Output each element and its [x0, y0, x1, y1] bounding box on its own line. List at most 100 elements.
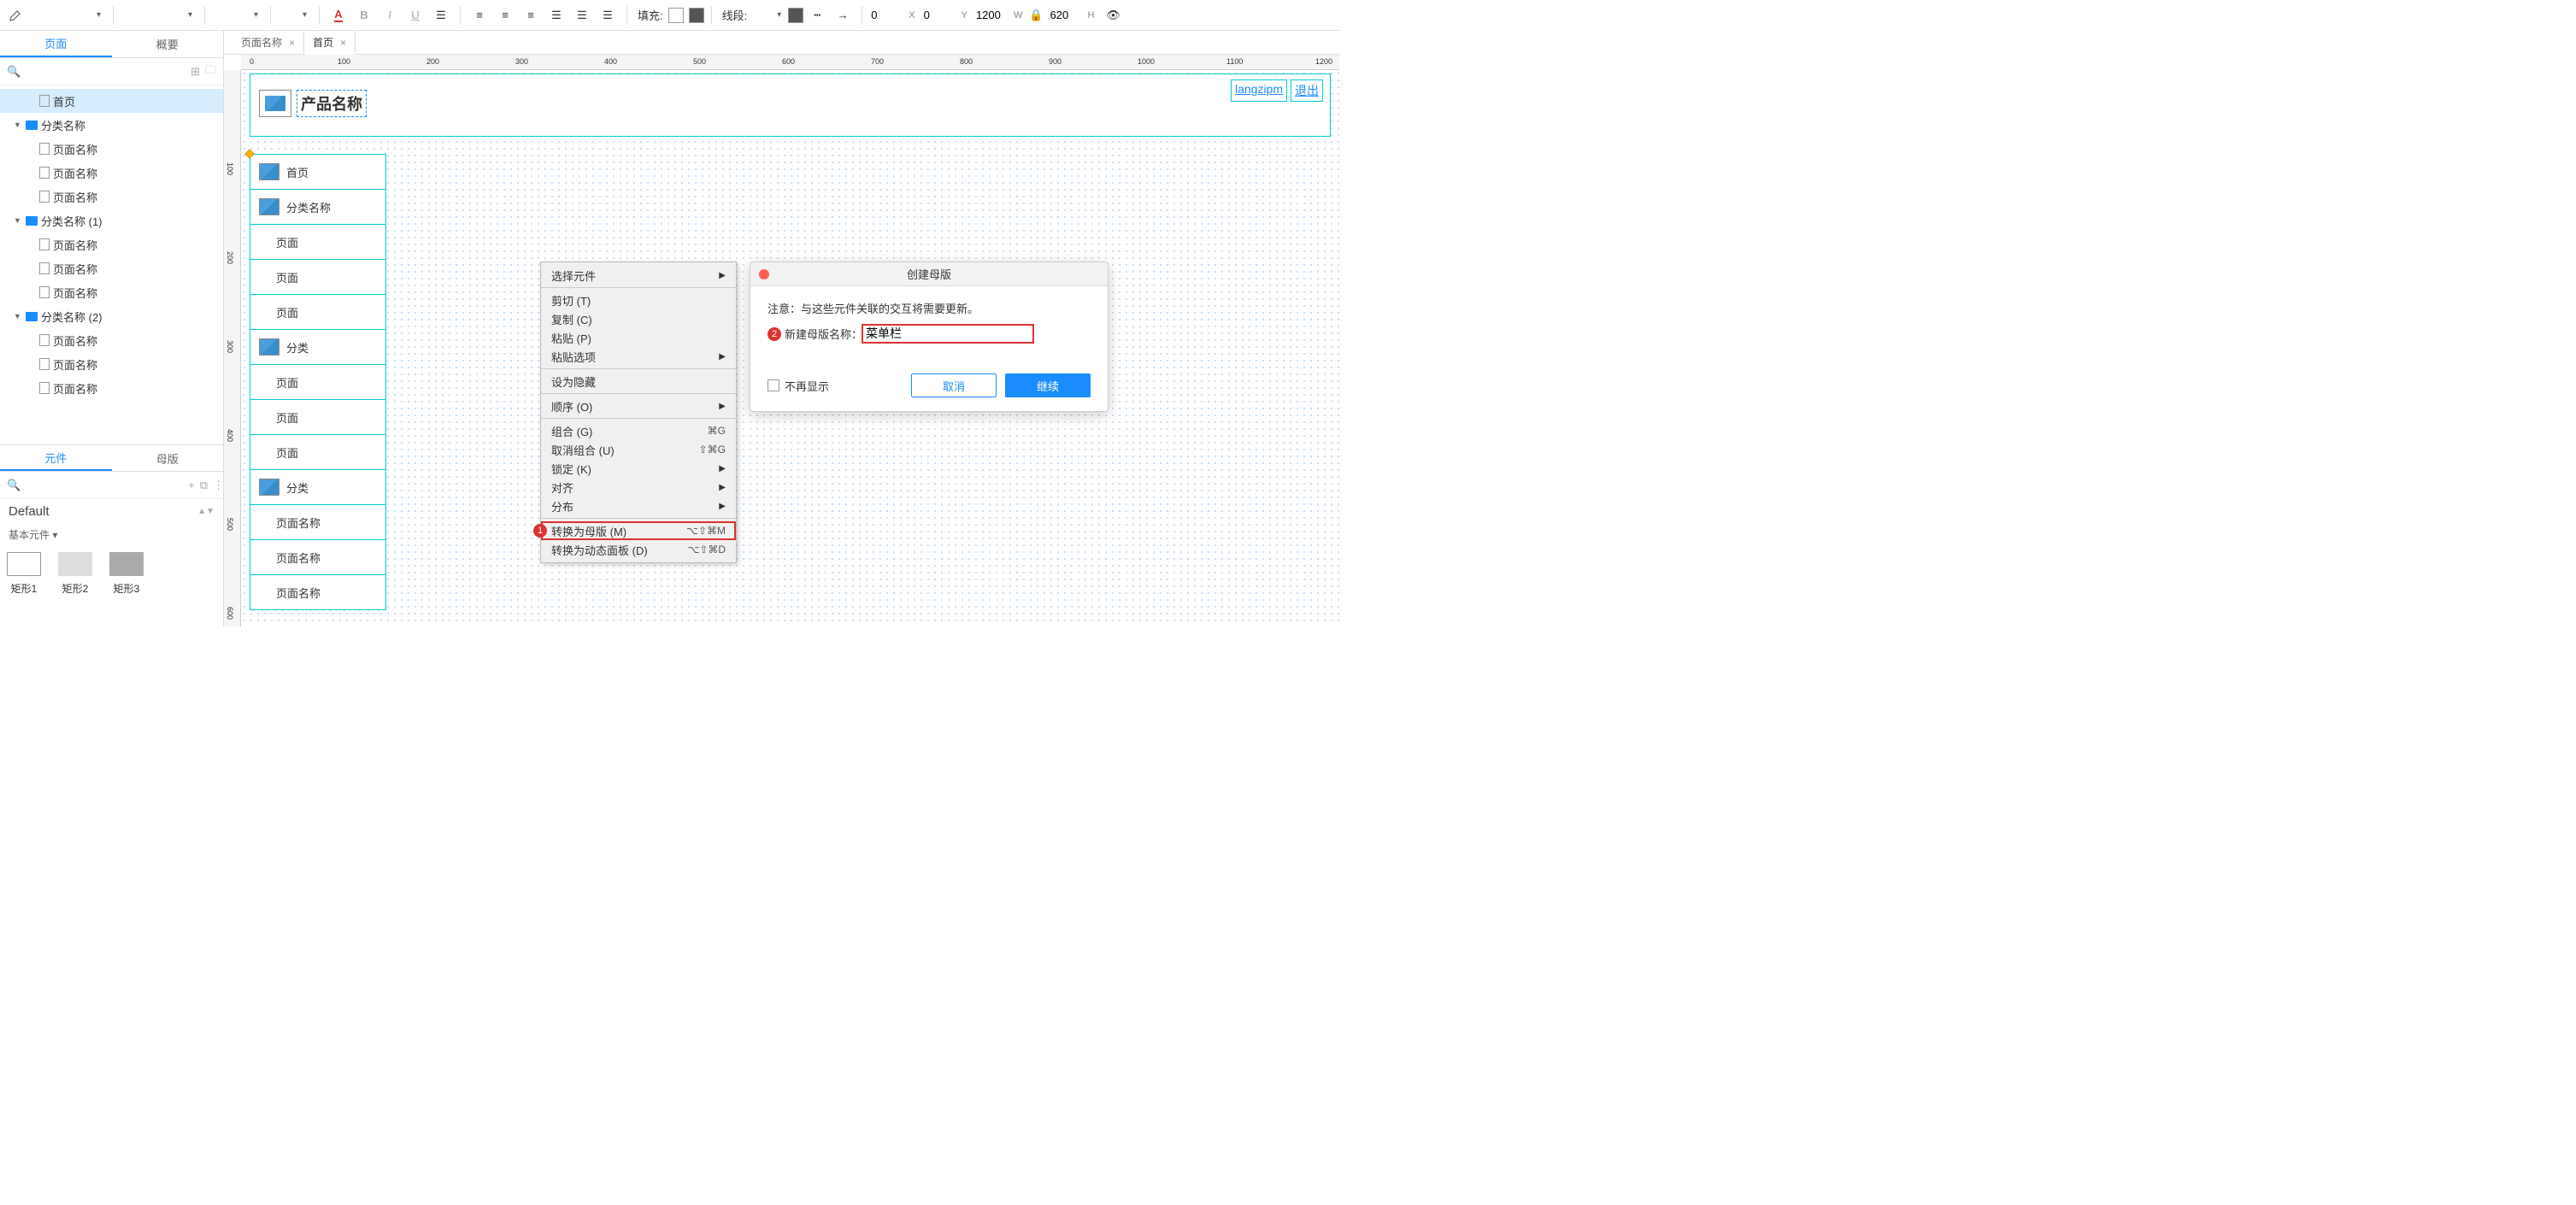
- library-select[interactable]: Default: [9, 504, 192, 519]
- canvas-menu[interactable]: 首页 分类名称 页面 页面 页面 分类 页面 页面 页面 分类 页面名称 页面名…: [250, 154, 386, 609]
- ctx-distribute[interactable]: 分布▶: [541, 497, 736, 515]
- tree-item[interactable]: 页面名称: [0, 185, 223, 209]
- bullets-icon[interactable]: ☰: [429, 3, 453, 27]
- ctx-group[interactable]: 组合 (G)⌘G: [541, 421, 736, 440]
- ctx-convert-to-panel[interactable]: 转换为动态面板 (D)⌥⇧⌘D: [541, 540, 736, 559]
- modal-notice: 注意：与这些元件关联的交互将需要更新。: [768, 300, 1091, 316]
- pencil-icon[interactable]: [3, 3, 27, 27]
- tree-item[interactable]: 页面名称: [0, 232, 223, 256]
- tree-item[interactable]: 页面名称: [0, 376, 223, 400]
- w-input[interactable]: [974, 6, 1012, 25]
- close-icon[interactable]: ×: [340, 37, 346, 49]
- h-input[interactable]: [1049, 6, 1086, 25]
- align-left-icon[interactable]: ≡: [468, 3, 491, 27]
- ctx-cut[interactable]: 剪切 (T): [541, 291, 736, 309]
- bold-icon[interactable]: B: [352, 3, 376, 27]
- lib-search-input[interactable]: [26, 475, 183, 495]
- pages-search-input[interactable]: [26, 62, 185, 81]
- lib-section[interactable]: 基本元件 ▾: [0, 524, 223, 545]
- tree-item[interactable]: 页面名称: [0, 137, 223, 161]
- selector-dropdown[interactable]: ▾: [29, 3, 106, 27]
- line-style-icon[interactable]: ┅: [805, 3, 829, 27]
- canvas-header[interactable]: 产品名称 langzipm 退出: [250, 73, 1331, 137]
- tree-item[interactable]: 页面名称: [0, 328, 223, 352]
- tree-folder-2[interactable]: ▼分类名称 (1): [0, 209, 223, 232]
- ctx-order[interactable]: 顺序 (O)▶: [541, 397, 736, 415]
- pages-tree: 首页 ▼分类名称 页面名称 页面名称 页面名称 ▼分类名称 (1) 页面名称 页…: [0, 85, 223, 444]
- ctx-paste[interactable]: 粘贴 (P): [541, 328, 736, 347]
- align-center-icon[interactable]: ≡: [493, 3, 517, 27]
- valign-bottom-icon[interactable]: ☰: [596, 3, 620, 27]
- ctx-align[interactable]: 对齐▶: [541, 478, 736, 497]
- ctx-select-widgets[interactable]: 选择元件▶: [541, 266, 736, 285]
- widget-rect3[interactable]: 矩形3: [109, 552, 144, 596]
- tree-item[interactable]: 页面名称: [0, 256, 223, 280]
- x-input[interactable]: [869, 6, 907, 25]
- valign-top-icon[interactable]: ☰: [544, 3, 568, 27]
- tab-masters[interactable]: 母版: [112, 445, 224, 471]
- ctx-copy[interactable]: 复制 (C): [541, 309, 736, 328]
- modal-field-label: 新建母版名称：: [785, 326, 862, 342]
- tree-item[interactable]: 页面名称: [0, 352, 223, 376]
- tab-pages[interactable]: 页面: [0, 31, 112, 57]
- copy-lib-icon[interactable]: ⧉: [200, 479, 208, 492]
- tree-item[interactable]: 页面名称: [0, 161, 223, 185]
- image-placeholder-icon[interactable]: [259, 90, 291, 117]
- fill-label: 填充:: [638, 7, 663, 23]
- widget-rect1[interactable]: 矩形1: [7, 552, 41, 596]
- tab-outline[interactable]: 概要: [112, 31, 224, 57]
- modal-titlebar[interactable]: 创建母版: [750, 262, 1108, 286]
- add-folder-icon[interactable]: 🗀: [205, 62, 216, 81]
- italic-icon[interactable]: I: [378, 3, 402, 27]
- line-width-dropdown[interactable]: ▾: [752, 3, 786, 27]
- doc-tab-2[interactable]: 首页×: [304, 31, 356, 55]
- modal-close-icon[interactable]: [759, 269, 769, 279]
- arrow-icon[interactable]: →: [831, 3, 855, 27]
- add-lib-icon[interactable]: +: [188, 479, 195, 491]
- create-master-modal: 创建母版 注意：与这些元件关联的交互将需要更新。 2 新建母版名称： 不再显示 …: [750, 262, 1109, 412]
- tree-folder-1[interactable]: ▼分类名称: [0, 113, 223, 137]
- master-name-input[interactable]: [862, 325, 1033, 343]
- underline-icon[interactable]: U: [403, 3, 427, 27]
- lock-icon[interactable]: 🔒: [1029, 9, 1043, 22]
- fill-swatch-2[interactable]: [689, 8, 704, 23]
- continue-button[interactable]: 继续: [1005, 373, 1091, 397]
- logout-link[interactable]: 退出: [1291, 79, 1323, 102]
- tree-folder-3[interactable]: ▼分类名称 (2): [0, 304, 223, 328]
- y-input[interactable]: [922, 6, 960, 25]
- dont-show-checkbox[interactable]: [768, 379, 779, 391]
- cancel-button[interactable]: 取消: [911, 373, 997, 397]
- visibility-icon[interactable]: 👁: [1101, 3, 1125, 27]
- annotation-badge-1: 1: [533, 524, 547, 538]
- widget-rect2[interactable]: 矩形2: [58, 552, 92, 596]
- image-placeholder-icon: [259, 338, 279, 356]
- more-icon[interactable]: ⋮: [213, 479, 224, 492]
- ctx-lock[interactable]: 锁定 (K)▶: [541, 459, 736, 478]
- username-label[interactable]: langzipm: [1231, 79, 1287, 102]
- size-dropdown[interactable]: ▾: [278, 3, 312, 27]
- line-color[interactable]: [788, 8, 803, 23]
- ctx-hide[interactable]: 设为隐藏: [541, 372, 736, 391]
- ruler-vertical: 100 200 300 400 500 600: [224, 70, 241, 626]
- tree-item[interactable]: 页面名称: [0, 280, 223, 304]
- product-title[interactable]: 产品名称: [297, 90, 367, 117]
- weight-dropdown[interactable]: ▾: [212, 3, 263, 27]
- ctx-ungroup[interactable]: 取消组合 (U)⇧⌘G: [541, 440, 736, 459]
- tab-widgets[interactable]: 元件: [0, 445, 112, 471]
- image-placeholder-icon: [259, 198, 279, 215]
- tree-item-home[interactable]: 首页: [0, 89, 223, 113]
- ctx-convert-to-master[interactable]: 转换为母版 (M)⌥⇧⌘M: [541, 521, 736, 540]
- fill-swatch[interactable]: [668, 8, 684, 23]
- modal-title-text: 创建母版: [907, 266, 951, 282]
- annotation-badge-2: 2: [768, 327, 781, 341]
- main-toolbar: ▾ ▾ ▾ ▾ A B I U ☰ ≡ ≡ ≡ ☰ ☰ ☰ 填充: 线段: ▾ …: [0, 0, 1339, 31]
- font-dropdown[interactable]: ▾: [121, 3, 197, 27]
- ctx-paste-options[interactable]: 粘贴选项▶: [541, 347, 736, 366]
- close-icon[interactable]: ×: [289, 37, 295, 49]
- valign-mid-icon[interactable]: ☰: [570, 3, 594, 27]
- search-icon: 🔍: [7, 65, 21, 79]
- align-right-icon[interactable]: ≡: [519, 3, 543, 27]
- text-color-icon[interactable]: A: [326, 3, 350, 27]
- add-page-icon[interactable]: ⊞: [191, 65, 200, 79]
- doc-tab-1[interactable]: 页面名称×: [232, 31, 304, 55]
